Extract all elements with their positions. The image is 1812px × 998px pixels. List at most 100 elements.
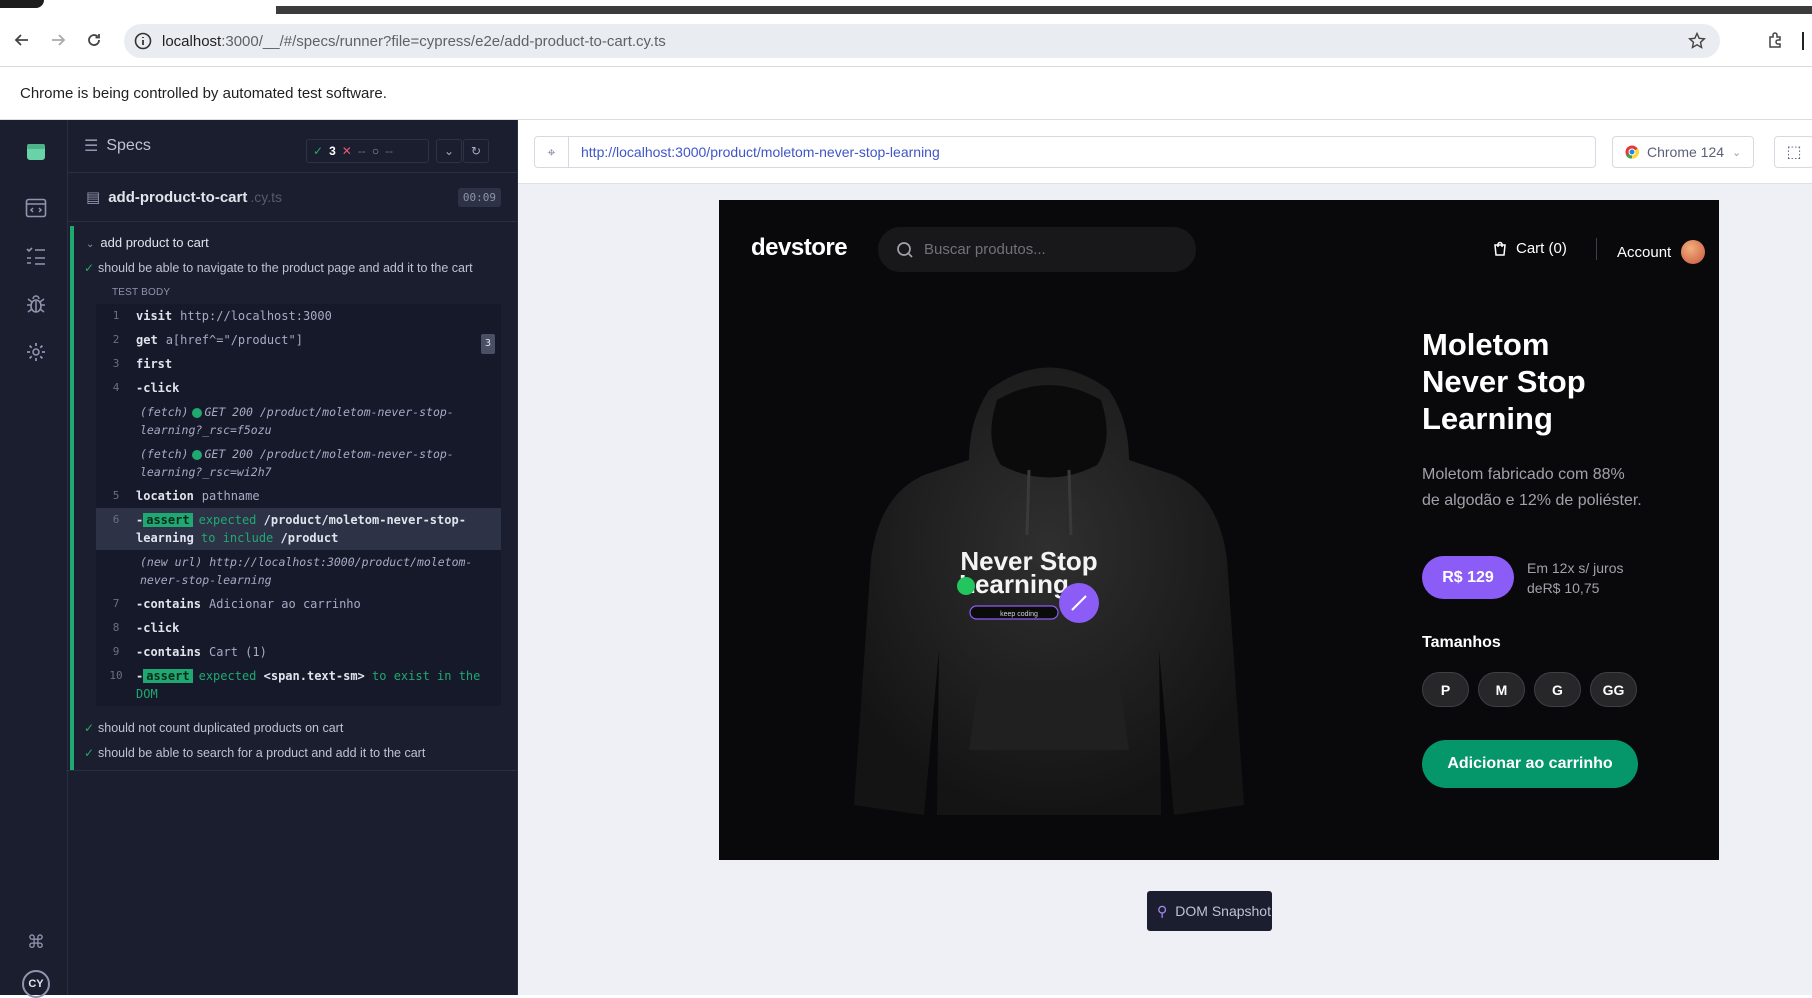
forward-icon[interactable] — [40, 22, 76, 58]
print-sub: keep coding — [1000, 611, 1038, 618]
pin-icon: ⚲ — [1157, 902, 1168, 919]
dom-snapshot-label: DOM Snapshot — [1175, 903, 1271, 919]
extensions-icon[interactable] — [1758, 22, 1794, 58]
pass-check-icon: ✓ — [84, 721, 95, 735]
command-row[interactable]: 8 -click — [96, 616, 501, 640]
add-to-cart-button[interactable]: Adicionar ao carrinho — [1422, 740, 1638, 788]
assert-row[interactable]: 10- assert expected <span.text-sm> to exis… — [96, 664, 501, 706]
aut-header: ⌖ http://localhost:3000/product/moletom-… — [518, 120, 1812, 184]
address-url: localhost:3000/__/#/specs/runner?file=cy… — [162, 32, 666, 50]
price-badge: R$ 129 — [1422, 556, 1514, 599]
specs-list-icon[interactable]: ☰ — [84, 136, 98, 156]
size-options: P M G GG — [1422, 672, 1637, 707]
settings-gear-icon[interactable] — [24, 340, 48, 364]
command-row[interactable]: 4 -click — [96, 376, 501, 400]
pending-icon: ○ — [371, 144, 380, 158]
command-row[interactable]: 5 location pathname — [96, 484, 501, 508]
cart-widget[interactable]: Cart (0) — [1492, 240, 1567, 257]
aut-url-bar[interactable]: ⌖ http://localhost:3000/product/moletom-… — [534, 136, 1596, 168]
browser-tab[interactable] — [0, 0, 44, 8]
collapse-chevron-icon[interactable]: ⌄ — [436, 139, 462, 163]
sizes-label: Tamanhos — [1422, 634, 1501, 651]
reporter-panel: ☰ Specs ✓ 3 ✕ -- ○ -- ⌄ ↻ ▤ add-product-to-… — [66, 120, 518, 995]
cypress-app: ⌘ CY ☰ Specs ✓ 3 ✕ -- ○ -- ⌄ ↻ ▤ add-produc… — [0, 120, 1812, 998]
browser-toolbar: localhost:3000/__/#/specs/runner?file=cy… — [0, 14, 1812, 66]
cypress-logo-icon[interactable]: CY — [22, 970, 50, 998]
pass-check-icon: ✓ — [84, 746, 95, 760]
size-button-gg[interactable]: GG — [1590, 672, 1637, 707]
store-logo[interactable]: devstore — [751, 234, 848, 262]
failed-count: -- — [357, 144, 366, 158]
fetch-log[interactable]: (fetch) GET 200 /product/moletom-never-st… — [96, 442, 501, 484]
passed-count: 3 — [329, 144, 336, 158]
browser-name: Chrome 124 — [1647, 144, 1725, 160]
chevron-down-icon: ⌄ — [86, 239, 95, 250]
cart-label: Cart (0) — [1516, 240, 1567, 257]
cypress-project-icon[interactable] — [24, 140, 48, 164]
shopping-bag-icon — [1494, 241, 1506, 256]
test-item[interactable]: ✓ should not count duplicated products on… — [74, 716, 517, 741]
spec-duration: 00:09 — [457, 188, 501, 207]
dom-snapshot-button[interactable]: ⚲ DOM Snapshot — [1147, 891, 1272, 931]
failed-icon: ✕ — [341, 144, 352, 158]
spec-file-row[interactable]: ▤ add-product-to-cart .cy.ts 00:09 — [68, 172, 517, 222]
fetch-status-dot — [192, 407, 203, 418]
tab-strip — [0, 0, 1812, 16]
assert-tag: assert — [143, 513, 193, 527]
command-log: 1 visit http://localhost:3000 2 get a[href^=… — [96, 304, 501, 706]
keyboard-shortcuts-icon[interactable]: ⌘ — [24, 930, 48, 954]
command-row[interactable]: 1 visit http://localhost:3000 — [96, 304, 501, 328]
specs-title[interactable]: Specs — [106, 137, 150, 155]
viewport-icon[interactable]: ⬚ — [1774, 136, 1812, 168]
divider — [66, 770, 517, 771]
new-url-log[interactable]: (new url) http://localhost:3000/product/… — [96, 550, 501, 592]
test-item[interactable]: ✓ should be able to navigate to the produ… — [74, 256, 517, 281]
specs-nav-icon[interactable] — [24, 196, 48, 220]
runs-nav-icon[interactable] — [24, 244, 48, 268]
avatar — [1681, 240, 1706, 264]
bookmark-star-icon[interactable] — [1688, 32, 1706, 50]
address-bar[interactable]: localhost:3000/__/#/specs/runner?file=cy… — [124, 24, 1720, 58]
fetch-log[interactable]: (fetch) GET 200 /product/moletom-never-st… — [96, 400, 501, 442]
aut-url-text: http://localhost:3000/product/moletom-ne… — [581, 144, 940, 160]
assert-row[interactable]: 6- assert expected /product/moletom-never-… — [96, 508, 501, 550]
browser-selector[interactable]: Chrome 124 ⌄ — [1612, 136, 1754, 168]
product-image: Never Stop Learning keep coding — [854, 367, 1244, 815]
back-icon[interactable] — [4, 22, 40, 58]
passed-icon: ✓ — [313, 144, 324, 158]
pending-count: -- — [385, 144, 394, 158]
search-placeholder: Buscar produtos... — [924, 241, 1046, 258]
size-button-p[interactable]: P — [1422, 672, 1469, 707]
size-button-g[interactable]: G — [1534, 672, 1581, 707]
selector-playground-icon[interactable]: ⌖ — [535, 137, 569, 167]
test-item[interactable]: ✓ should be able to search for a product … — [74, 741, 517, 770]
rerun-icon[interactable]: ↻ — [463, 139, 489, 163]
site-info-icon[interactable] — [134, 32, 152, 50]
header-divider — [1596, 238, 1597, 260]
reload-icon[interactable] — [76, 22, 112, 58]
devstore-page: devstore Buscar produtos... Cart (0) Acc… — [719, 200, 1719, 860]
suite-title[interactable]: ⌄ add product to cart — [74, 226, 517, 256]
aut-panel: ⌖ http://localhost:3000/product/moletom-… — [518, 120, 1812, 995]
account-label: Account — [1617, 243, 1672, 261]
spec-name: add-product-to-cart — [108, 188, 248, 206]
account-link[interactable]: Account — [1617, 240, 1706, 264]
search-input[interactable]: Buscar produtos... — [878, 227, 1196, 272]
chrome-icon — [1625, 145, 1639, 159]
command-row[interactable]: 3 first — [96, 352, 501, 376]
debug-nav-icon[interactable] — [24, 292, 48, 316]
command-row[interactable]: 9 -contains Cart (1) — [96, 640, 501, 664]
product-title: Moletom Never Stop Learning — [1422, 327, 1586, 436]
command-row[interactable]: 2 get a[href^="/product"] 3 — [96, 328, 501, 354]
reporter-header: ☰ Specs ✓ 3 ✕ -- ○ -- ⌄ ↻ — [68, 120, 517, 172]
automation-infobar: Chrome is being controlled by automated … — [0, 66, 1812, 120]
print-line2: Learning — [959, 569, 1069, 599]
search-icon — [897, 241, 913, 258]
size-button-m[interactable]: M — [1478, 672, 1525, 707]
fetch-status-dot — [192, 449, 203, 460]
command-row[interactable]: 7 -contains Adicionar ao carrinho — [96, 592, 501, 616]
assert-tag: assert — [143, 669, 193, 683]
spec-ext: .cy.ts — [250, 189, 282, 205]
infobar-text: Chrome is being controlled by automated … — [20, 84, 387, 102]
sidebar-nav: ⌘ CY — [4, 120, 68, 998]
